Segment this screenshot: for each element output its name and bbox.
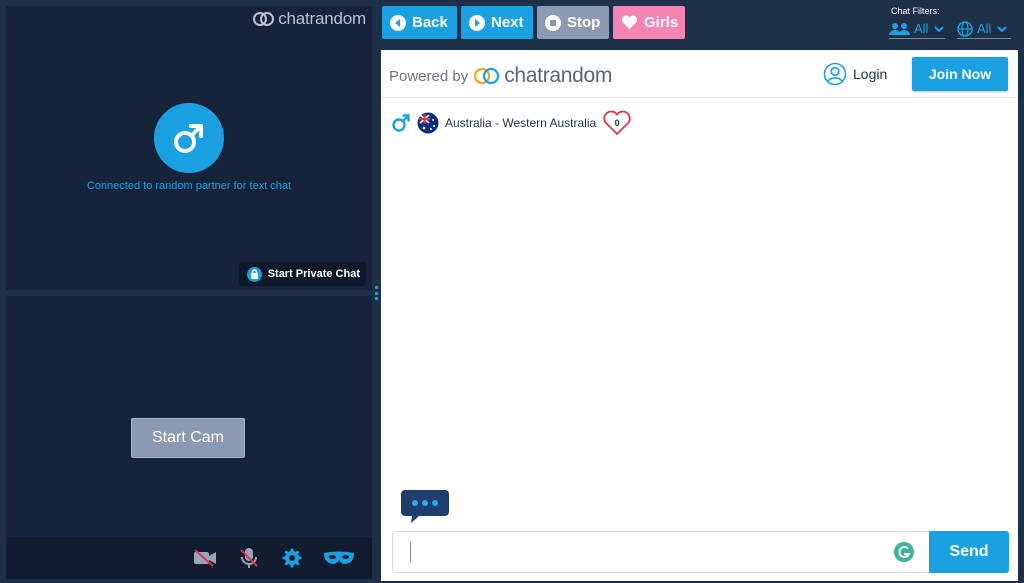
gender-filter-value: All	[914, 21, 929, 36]
login-button[interactable]: Login	[823, 62, 887, 86]
partner-location: Australia - Western Australia	[445, 116, 597, 130]
chevron-down-icon	[997, 25, 1008, 32]
partner-info: Australia - Western Australia 0	[391, 110, 632, 136]
media-controls-bar	[6, 537, 372, 579]
back-arrow-icon	[390, 14, 406, 31]
text-cursor	[410, 542, 411, 562]
app-root: chatrandom Connected to random partner f…	[0, 0, 1024, 583]
gear-icon[interactable]	[281, 547, 303, 569]
stop-square-icon	[545, 14, 561, 31]
login-label: Login	[853, 66, 888, 82]
connection-status: Connected to random partner for text cha…	[86, 180, 292, 192]
start-cam-button[interactable]: Start Cam	[131, 418, 245, 458]
back-label: Back	[412, 14, 448, 31]
chat-bubbles-logo-icon	[253, 12, 275, 26]
send-button[interactable]: Send	[929, 531, 1009, 573]
next-button[interactable]: Next	[461, 6, 533, 39]
mask-icon[interactable]	[322, 547, 356, 569]
panel-resize-handle[interactable]	[374, 286, 378, 300]
stop-label: Stop	[567, 14, 601, 31]
my-video-panel: Start Cam	[6, 296, 372, 579]
mic-off-icon[interactable]	[239, 547, 259, 569]
country-filter-value: All	[977, 21, 992, 36]
private-chat-label: Start Private Chat	[267, 268, 360, 280]
message-input[interactable]	[393, 532, 883, 572]
australia-flag-icon	[417, 112, 439, 134]
logo-text: chatrandom	[278, 9, 366, 28]
lock-icon	[246, 266, 262, 282]
chat-header: Powered by chatrandom Login Join Now	[381, 50, 1018, 98]
camera-off-icon[interactable]	[192, 547, 218, 569]
users-group-icon	[889, 22, 910, 35]
partner-video-panel: chatrandom Connected to random partner f…	[6, 6, 372, 290]
globe-icon	[957, 20, 973, 37]
like-heart-button[interactable]: 0	[602, 110, 632, 136]
grammar-assist-icon[interactable]	[893, 541, 915, 563]
back-button[interactable]: Back	[382, 6, 457, 39]
chat-filters-label: Chat Filters:	[891, 6, 940, 16]
gender-filter-select[interactable]: All	[889, 19, 945, 39]
girls-button[interactable]: Girls	[613, 6, 685, 39]
join-now-button[interactable]: Join Now	[912, 57, 1008, 91]
brand-text: chatrandom	[504, 64, 613, 87]
stop-button[interactable]: Stop	[537, 6, 609, 39]
chat-bubbles-logo-icon	[474, 67, 500, 85]
next-arrow-icon	[469, 14, 485, 31]
girls-label: Girls	[644, 14, 679, 31]
male-symbol-icon	[392, 114, 410, 132]
partner-gender-badge	[154, 103, 224, 173]
chevron-down-icon	[934, 25, 945, 32]
country-filter-select[interactable]: All	[957, 19, 1011, 39]
male-symbol-icon	[174, 124, 203, 153]
powered-by-logo: Powered by chatrandom	[389, 64, 612, 88]
typing-bubble-icon	[401, 490, 449, 529]
chat-panel: Powered by chatrandom Login Join Now Aus…	[381, 50, 1018, 581]
like-count: 0	[614, 118, 620, 128]
next-label: Next	[491, 14, 524, 31]
user-circle-icon	[823, 62, 847, 86]
powered-by-text: Powered by	[389, 67, 469, 85]
chatrandom-logo: chatrandom	[252, 8, 366, 30]
start-private-chat-button[interactable]: Start Private Chat	[238, 262, 366, 286]
message-compose-bar: Send	[392, 531, 1009, 573]
heart-icon	[621, 15, 638, 29]
